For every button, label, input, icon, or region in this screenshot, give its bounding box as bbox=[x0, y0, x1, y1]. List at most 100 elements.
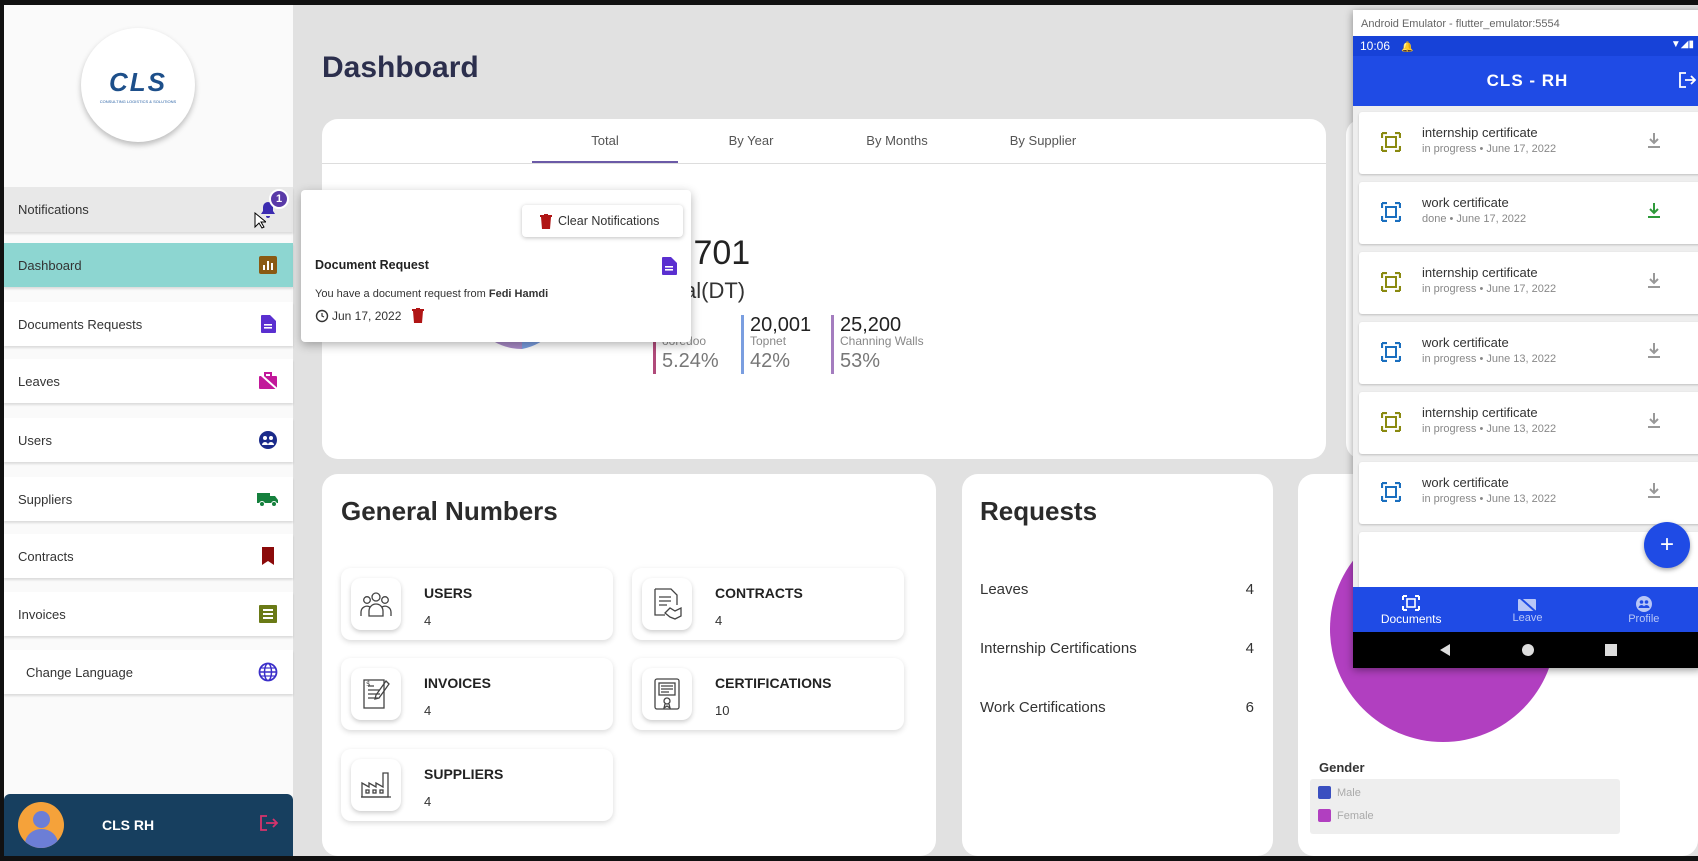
stat-card-certifications[interactable]: CERTIFICATIONS 10 bbox=[632, 658, 904, 730]
recents-icon[interactable] bbox=[1604, 643, 1618, 657]
clear-notifications-button[interactable]: Clear Notifications bbox=[522, 205, 683, 237]
nav-profile[interactable]: Profile bbox=[1586, 587, 1698, 632]
request-row-leaves[interactable]: Leaves 4 bbox=[980, 581, 1254, 598]
document-scan-icon bbox=[1381, 202, 1401, 222]
sidebar-item-contracts[interactable]: Contracts bbox=[4, 534, 293, 578]
stat-card-value: 4 bbox=[715, 613, 723, 628]
avatar bbox=[18, 802, 64, 848]
sidebar-item-notifications[interactable]: Notifications 1 bbox=[4, 187, 293, 232]
stat-card-label: SUPPLIERS bbox=[424, 766, 504, 782]
emulator-window-title: Android Emulator - flutter_emulator:5554 bbox=[1361, 18, 1560, 30]
gender-title: Gender bbox=[1319, 760, 1365, 775]
notification-popup: Clear Notifications Document Request You… bbox=[301, 190, 691, 342]
sidebar-item-change-language[interactable]: Change Language bbox=[4, 650, 293, 694]
document-list-item[interactable]: internship certificate in progress • June… bbox=[1359, 252, 1698, 314]
request-row-internship[interactable]: Internship Certifications 4 bbox=[980, 640, 1254, 657]
globe-icon bbox=[257, 661, 279, 683]
users-icon bbox=[257, 429, 279, 451]
sidebar-item-documents-requests[interactable]: Documents Requests bbox=[4, 302, 293, 346]
download-icon[interactable] bbox=[1646, 412, 1662, 430]
request-label: Leaves bbox=[980, 581, 1029, 598]
sidebar-item-label: Invoices bbox=[18, 606, 66, 622]
android-system-bar bbox=[1353, 632, 1698, 668]
users-group-icon bbox=[351, 578, 401, 630]
legend-swatch bbox=[1318, 786, 1331, 799]
sidebar-item-dashboard[interactable]: Dashboard bbox=[4, 243, 293, 287]
stat-card-suppliers[interactable]: SUPPLIERS 4 bbox=[341, 749, 613, 821]
tab-by-year[interactable]: By Year bbox=[678, 119, 824, 163]
document-scan-icon bbox=[1381, 272, 1401, 292]
stat-card-users[interactable]: USERS 4 bbox=[341, 568, 613, 640]
back-icon[interactable] bbox=[1438, 643, 1452, 657]
profile-nav-icon bbox=[1635, 595, 1652, 612]
stat-card-value: 4 bbox=[424, 794, 432, 809]
sidebar-item-leaves[interactable]: Leaves bbox=[4, 359, 293, 403]
tab-by-supplier[interactable]: By Supplier bbox=[970, 119, 1116, 163]
document-list-item[interactable]: work certificate done • June 17, 2022 bbox=[1359, 182, 1698, 244]
document-title: work certificate bbox=[1422, 475, 1509, 490]
legend-male[interactable]: Male bbox=[1318, 786, 1361, 799]
download-icon[interactable] bbox=[1646, 482, 1662, 500]
home-icon[interactable] bbox=[1521, 643, 1535, 657]
sidebar-item-label: Contracts bbox=[18, 548, 74, 564]
svg-text:$: $ bbox=[366, 680, 370, 688]
download-icon[interactable] bbox=[1646, 202, 1662, 220]
document-status: in progress • June 17, 2022 bbox=[1422, 143, 1557, 155]
sidebar-item-invoices[interactable]: Invoices bbox=[4, 592, 293, 636]
certificate-icon bbox=[642, 668, 692, 720]
logout-icon[interactable] bbox=[1678, 71, 1696, 89]
notification-date: Jun 17, 2022 bbox=[332, 308, 402, 323]
status-time: 10:06 bbox=[1360, 39, 1391, 53]
download-icon[interactable] bbox=[1646, 132, 1662, 150]
user-profile-bar: CLS RH bbox=[4, 794, 293, 856]
document-title: internship certificate bbox=[1422, 405, 1538, 420]
logo-subtitle: CONSULTING LOGISTICS & SOLUTIONS bbox=[99, 98, 177, 104]
stat-card-label: CONTRACTS bbox=[715, 585, 803, 601]
gender-legend: Male Female bbox=[1310, 779, 1620, 834]
download-icon[interactable] bbox=[1646, 272, 1662, 290]
stat-card-contracts[interactable]: CONTRACTS 4 bbox=[632, 568, 904, 640]
document-status: in progress • June 17, 2022 bbox=[1422, 283, 1557, 295]
leave-nav-icon bbox=[1517, 595, 1538, 612]
add-fab-button[interactable]: + bbox=[1644, 522, 1690, 568]
document-list-item[interactable]: work certificate in progress • June 13, 2… bbox=[1359, 462, 1698, 524]
truck-icon bbox=[257, 488, 279, 510]
notification-message: You have a document request from Fedi Ha… bbox=[315, 288, 548, 300]
request-count: 6 bbox=[1245, 699, 1254, 716]
app-window: CLS CONSULTING LOGISTICS & SOLUTIONS Not… bbox=[4, 5, 1698, 856]
nav-label: Leave bbox=[1512, 611, 1543, 624]
work-off-icon bbox=[257, 370, 279, 392]
document-status: done • June 17, 2022 bbox=[1422, 213, 1527, 225]
nav-label: Documents bbox=[1380, 611, 1442, 626]
trash-icon[interactable] bbox=[412, 308, 425, 323]
legend-female[interactable]: Female bbox=[1318, 809, 1374, 822]
notification-date-row: Jun 17, 2022 bbox=[315, 308, 425, 323]
sidebar-item-users[interactable]: Users bbox=[4, 418, 293, 462]
document-list-item[interactable]: internship certificate in progress • June… bbox=[1359, 392, 1698, 454]
legend-swatch bbox=[1318, 809, 1331, 822]
request-count: 4 bbox=[1245, 640, 1254, 657]
nav-leave[interactable]: Leave bbox=[1469, 587, 1585, 632]
stat-value: 25,200 bbox=[840, 314, 902, 336]
nav-documents[interactable]: Documents bbox=[1353, 587, 1469, 632]
document-list-item[interactable]: work certificate in progress • June 13, 2… bbox=[1359, 322, 1698, 384]
document-icon bbox=[257, 313, 279, 335]
sidebar-item-suppliers[interactable]: Suppliers bbox=[4, 477, 293, 521]
sidebar-item-label: Dashboard bbox=[18, 257, 82, 273]
document-title: internship certificate bbox=[1422, 125, 1538, 140]
stat-card-invoices[interactable]: $ INVOICES 4 bbox=[341, 658, 613, 730]
stat-card-label: INVOICES bbox=[424, 675, 491, 691]
document-status: in progress • June 13, 2022 bbox=[1422, 423, 1557, 435]
tab-total[interactable]: Total bbox=[532, 119, 678, 163]
request-row-work[interactable]: Work Certifications 6 bbox=[980, 699, 1254, 716]
total-label: al(DT) bbox=[684, 278, 746, 303]
download-icon[interactable] bbox=[1646, 342, 1662, 360]
document-list-item[interactable]: internship certificate in progress • June… bbox=[1359, 112, 1698, 174]
logout-icon[interactable] bbox=[259, 814, 279, 837]
contract-handshake-icon bbox=[642, 578, 692, 630]
documents-nav-icon bbox=[1402, 594, 1421, 611]
request-label: Internship Certifications bbox=[980, 640, 1137, 657]
tab-by-months[interactable]: By Months bbox=[824, 119, 970, 163]
legend-label: Female bbox=[1337, 809, 1374, 822]
stat-name: Topnet bbox=[750, 334, 787, 348]
